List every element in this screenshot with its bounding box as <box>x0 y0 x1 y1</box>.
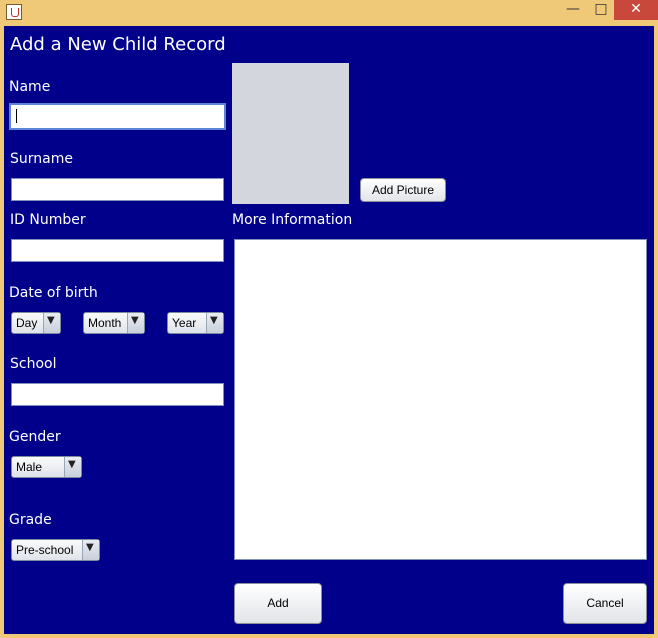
add-button[interactable]: Add <box>234 583 322 624</box>
more-information-textarea[interactable] <box>234 239 647 560</box>
name-field[interactable] <box>9 103 226 130</box>
maximize-button[interactable]: □ <box>588 0 614 20</box>
grade-select[interactable]: Pre-school ▼ <box>11 539 100 561</box>
grade-label: Grade <box>9 512 52 528</box>
text-caret <box>16 109 17 123</box>
gender-label: Gender <box>9 429 61 445</box>
id-number-field[interactable] <box>11 239 224 262</box>
grade-select-value: Pre-school <box>16 543 74 557</box>
school-label: School <box>10 356 57 372</box>
chevron-down-icon: ▼ <box>64 457 81 477</box>
day-select[interactable]: Day ▼ <box>11 312 61 334</box>
day-select-value: Day <box>16 316 38 330</box>
name-label: Name <box>9 79 51 95</box>
add-picture-button[interactable]: Add Picture <box>360 178 446 202</box>
school-field[interactable] <box>11 383 224 406</box>
gender-select[interactable]: Male ▼ <box>11 456 82 478</box>
surname-field[interactable] <box>11 178 224 201</box>
year-select-value: Year <box>172 316 197 330</box>
close-button[interactable]: ✕ <box>614 0 658 20</box>
year-select[interactable]: Year ▼ <box>167 312 224 334</box>
gender-select-value: Male <box>16 460 43 474</box>
chevron-down-icon: ▼ <box>206 313 223 333</box>
id-number-label: ID Number <box>10 212 86 228</box>
surname-label: Surname <box>10 151 73 167</box>
page-title: Add a New Child Record <box>10 34 226 55</box>
chevron-down-icon: ▼ <box>82 540 99 560</box>
chevron-down-icon: ▼ <box>127 313 144 333</box>
date-of-birth-label: Date of birth <box>9 285 98 301</box>
java-coffee-cup-icon <box>6 4 22 20</box>
more-information-label: More Information <box>232 212 353 228</box>
child-picture-placeholder <box>232 63 349 204</box>
minimize-button[interactable]: — <box>560 0 586 20</box>
cancel-button[interactable]: Cancel <box>563 583 647 624</box>
chevron-down-icon: ▼ <box>43 313 60 333</box>
month-select[interactable]: Month ▼ <box>83 312 145 334</box>
form-panel: Add a New Child Record Name Surname ID N… <box>4 26 654 634</box>
month-select-value: Month <box>88 316 122 330</box>
window-title-bar: — □ ✕ <box>0 0 658 26</box>
